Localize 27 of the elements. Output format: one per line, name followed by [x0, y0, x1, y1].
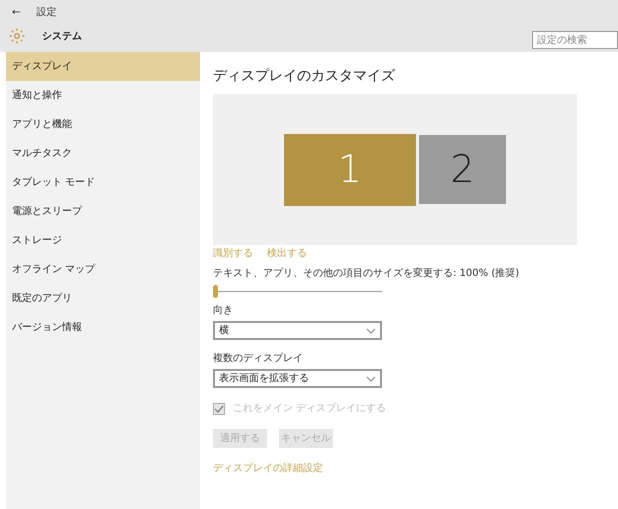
sidebar-item[interactable]: アプリと機能	[6, 110, 200, 139]
dropdown[interactable]: 表示画面を拡張する	[213, 369, 382, 388]
sidebar-item[interactable]: 既定のアプリ	[6, 284, 200, 313]
back-button[interactable]: ←	[12, 4, 20, 20]
slider-thumb[interactable]	[213, 284, 218, 298]
sidebar-item[interactable]: タブレット モード	[6, 168, 200, 197]
dropdown[interactable]: 横	[213, 321, 382, 340]
checkbox-label: これをメイン ディスプレイにする	[233, 402, 386, 415]
chevron-icon	[366, 376, 376, 382]
monitor-tile[interactable]: 2	[419, 135, 506, 204]
field-label: 複数のディスプレイ	[213, 352, 304, 365]
slider-track[interactable]	[213, 284, 382, 298]
page-title: ディスプレイのカスタマイズ	[213, 67, 396, 86]
sidebar-item[interactable]: バージョン情報	[6, 313, 200, 342]
section-title: システム	[42, 30, 82, 44]
sidebar-item[interactable]: 通知と操作	[6, 81, 200, 110]
search-field[interactable]: 設定の検索	[532, 31, 618, 49]
sidebar-item[interactable]: ディスプレイ	[6, 52, 200, 81]
gear-icon	[8, 27, 26, 45]
scale-label: テキスト、アプリ、その他の項目のサイズを変更する: 100% (推奨)	[213, 267, 520, 280]
window-title: 設定	[36, 6, 56, 20]
field-label: 向き	[213, 304, 234, 317]
chevron-icon	[366, 328, 376, 334]
sidebar-item[interactable]: オフライン マップ	[6, 255, 200, 284]
sidebar-item[interactable]: ストレージ	[6, 226, 200, 255]
sidebar-item[interactable]: マルチタスク	[6, 139, 200, 168]
sidebar-item[interactable]: 電源とスリープ	[6, 197, 200, 226]
